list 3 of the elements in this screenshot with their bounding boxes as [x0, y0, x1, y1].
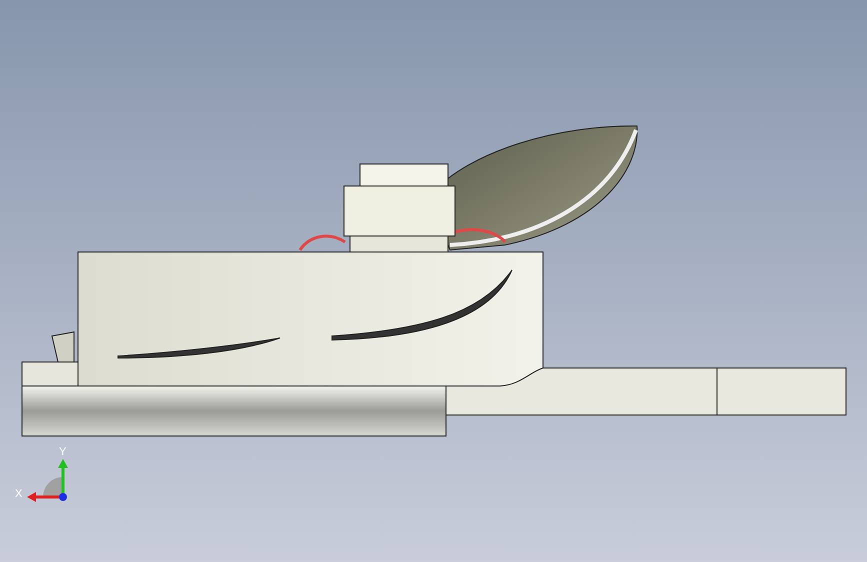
y-axis-label: Y	[59, 446, 66, 458]
axis-triad-drawing	[27, 459, 68, 502]
x-axis-label: X	[15, 488, 22, 500]
